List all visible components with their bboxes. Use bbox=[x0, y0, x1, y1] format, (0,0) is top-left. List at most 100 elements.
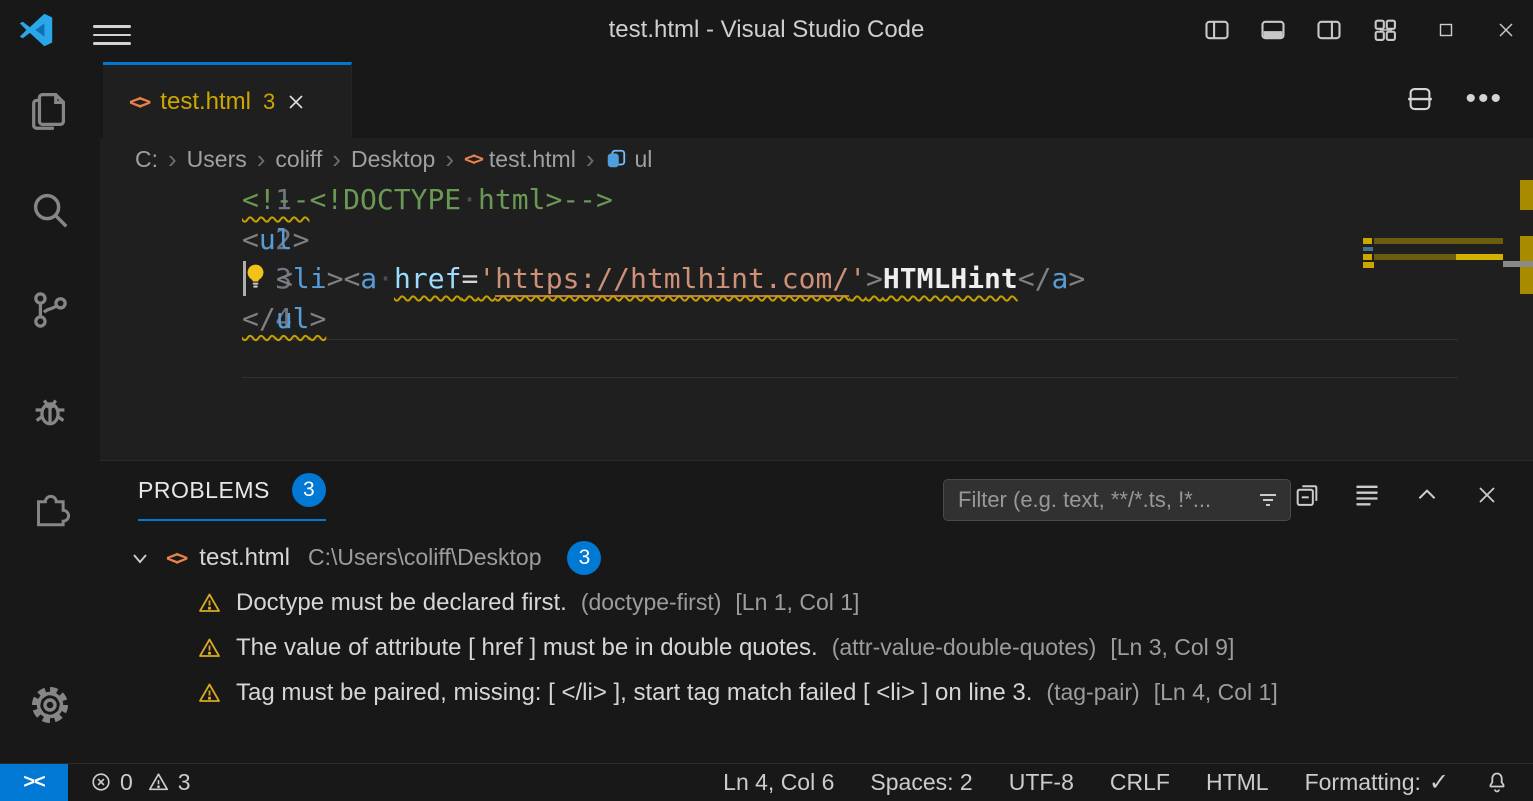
code-token: < bbox=[343, 262, 360, 295]
settings-gear-icon[interactable] bbox=[0, 655, 100, 755]
breadcrumb-item-coliff[interactable]: coliff bbox=[275, 146, 322, 173]
problem-message: The value of attribute [ href ] must be … bbox=[236, 634, 818, 662]
status-label: Spaces: 2 bbox=[870, 769, 972, 796]
breadcrumb: C:›Users›coliff›Desktop›<>test.html›ul bbox=[100, 138, 1533, 180]
minimap-line1-bar bbox=[1374, 238, 1503, 244]
problems-filter bbox=[943, 479, 1291, 521]
current-line-highlight bbox=[242, 339, 1458, 378]
close-panel-icon[interactable] bbox=[1471, 479, 1503, 511]
problem-rule: (tag-pair) bbox=[1046, 679, 1139, 706]
breadcrumb-item-testhtml[interactable]: <>test.html bbox=[464, 146, 576, 173]
panel-header: PROBLEMS 3 bbox=[100, 461, 1533, 527]
breadcrumb-label: C: bbox=[135, 146, 158, 173]
explorer-icon[interactable] bbox=[0, 60, 100, 160]
problems-title: PROBLEMS bbox=[138, 477, 270, 504]
breadcrumb-item-users[interactable]: Users bbox=[187, 146, 247, 173]
code-line-4[interactable]: 4</ul> bbox=[100, 299, 1533, 339]
code-token: < bbox=[276, 262, 293, 295]
remote-icon: >< bbox=[23, 771, 44, 794]
line-content: <li><a·href='https://htmlhint.com/'>HTML… bbox=[242, 259, 1085, 299]
split-editor-icon[interactable] bbox=[1405, 84, 1435, 114]
tab-problem-count: 3 bbox=[263, 89, 275, 115]
warning-icon bbox=[197, 681, 222, 705]
breadcrumb-item-desktop[interactable]: Desktop bbox=[351, 146, 435, 173]
activity-bar bbox=[0, 60, 100, 763]
remote-indicator[interactable]: >< bbox=[0, 764, 68, 801]
code-line-3[interactable]: 3<li><a·href='https://htmlhint.com/'>HTM… bbox=[100, 259, 1533, 299]
source-control-icon[interactable] bbox=[0, 260, 100, 360]
overview-ruler[interactable] bbox=[1503, 180, 1533, 460]
code-token: <!-- bbox=[242, 183, 309, 216]
status-label: HTML bbox=[1206, 769, 1269, 796]
status-crlf[interactable]: CRLF bbox=[1110, 769, 1170, 796]
code-editor[interactable]: 1<!--<!DOCTYPE·html>-->2<ul>3<li><a·href… bbox=[100, 180, 1533, 460]
problem-row[interactable]: Tag must be paired, missing: [ </li> ], … bbox=[100, 670, 1533, 715]
code-line-2[interactable]: 2<ul> bbox=[100, 220, 1533, 260]
breadcrumb-separator-icon: › bbox=[257, 149, 266, 169]
window-close-icon[interactable] bbox=[1491, 15, 1521, 45]
toggle-primary-sidebar-icon[interactable] bbox=[1202, 15, 1232, 45]
status-ln-4--col-6[interactable]: Ln 4, Col 6 bbox=[723, 769, 834, 796]
minimap-line4-warning bbox=[1363, 262, 1374, 268]
breadcrumb-separator-icon: › bbox=[586, 149, 595, 169]
code-token: https://htmlhint.com/ bbox=[495, 262, 849, 297]
minimap-line3-warning bbox=[1363, 254, 1372, 260]
breadcrumb-item-ul[interactable]: ul bbox=[605, 146, 653, 173]
code-token: a bbox=[360, 262, 377, 295]
tab-close-icon[interactable] bbox=[287, 93, 305, 111]
status-formatting-[interactable]: Formatting:✓ bbox=[1305, 768, 1449, 797]
breadcrumb-item-c[interactable]: C: bbox=[135, 146, 158, 173]
code-token: ul bbox=[259, 223, 293, 256]
overview-cursor-mark bbox=[1503, 261, 1533, 267]
code-token: href bbox=[394, 262, 461, 295]
code-token: · bbox=[377, 262, 394, 295]
toggle-secondary-sidebar-icon[interactable] bbox=[1314, 15, 1344, 45]
status-utf-8[interactable]: UTF-8 bbox=[1009, 769, 1074, 796]
html-file-icon: <> bbox=[464, 148, 481, 170]
problem-row[interactable]: Doctype must be declared first.(doctype-… bbox=[100, 580, 1533, 625]
filter-input[interactable] bbox=[958, 487, 1256, 513]
status-bar: >< 0 3 Ln 4, Col 6 Spaces: 2 UTF-8 CRLF HTML… bbox=[0, 763, 1533, 800]
detected-link[interactable]: https://htmlhint.com/ bbox=[495, 262, 849, 297]
html-file-icon: <> bbox=[166, 546, 185, 570]
problem-location: [Ln 4, Col 1] bbox=[1154, 679, 1278, 706]
filter-icon[interactable] bbox=[1256, 488, 1280, 512]
maximize-panel-icon[interactable] bbox=[1411, 479, 1443, 511]
tab-test-html[interactable]: <> test.html 3 bbox=[103, 62, 352, 138]
collapse-all-icon[interactable] bbox=[1291, 479, 1323, 511]
code-token: < bbox=[242, 223, 259, 256]
status-label: Ln 4, Col 6 bbox=[723, 769, 834, 796]
code-token: HTMLHint bbox=[883, 262, 1018, 295]
line-content: </ul> bbox=[242, 299, 326, 339]
more-actions-icon[interactable]: ••• bbox=[1465, 89, 1503, 109]
overview-warning-mark bbox=[1520, 180, 1533, 210]
run-and-debug-icon[interactable] bbox=[0, 360, 100, 460]
toggle-panel-icon[interactable] bbox=[1258, 15, 1288, 45]
problem-rule: (doctype-first) bbox=[581, 589, 722, 616]
problems-file-row[interactable]: <> test.html C:\Users\coliff\Desktop 3 bbox=[100, 535, 1533, 580]
minimap[interactable] bbox=[1363, 238, 1503, 460]
lightbulb-icon[interactable] bbox=[242, 262, 276, 295]
notifications-bell-icon[interactable] bbox=[1485, 770, 1509, 794]
tab-problems[interactable]: PROBLEMS 3 bbox=[138, 473, 326, 521]
warning-icon bbox=[197, 591, 222, 615]
status-spaces--2[interactable]: Spaces: 2 bbox=[870, 769, 972, 796]
code-token: = bbox=[461, 262, 478, 295]
problem-location: [Ln 1, Col 1] bbox=[735, 589, 859, 616]
window-maximize-icon[interactable] bbox=[1431, 15, 1461, 45]
status-html[interactable]: HTML bbox=[1206, 769, 1269, 796]
problem-row[interactable]: The value of attribute [ href ] must be … bbox=[100, 625, 1533, 670]
error-icon bbox=[90, 771, 112, 793]
chevron-down-icon[interactable] bbox=[128, 546, 152, 570]
status-problems[interactable]: 0 3 bbox=[90, 769, 191, 796]
search-icon[interactable] bbox=[0, 160, 100, 260]
problem-rule: (attr-value-double-quotes) bbox=[832, 634, 1097, 661]
bottom-panel: PROBLEMS 3 bbox=[100, 460, 1533, 763]
warning-icon bbox=[197, 636, 222, 660]
window-minimize-icon[interactable] bbox=[1371, 15, 1401, 45]
code-token: > bbox=[327, 262, 344, 295]
code-token: </ bbox=[242, 302, 276, 335]
view-as-table-icon[interactable] bbox=[1351, 479, 1383, 511]
extensions-icon[interactable] bbox=[0, 460, 100, 560]
code-line-1[interactable]: 1<!--<!DOCTYPE·html>--> bbox=[100, 180, 1533, 220]
